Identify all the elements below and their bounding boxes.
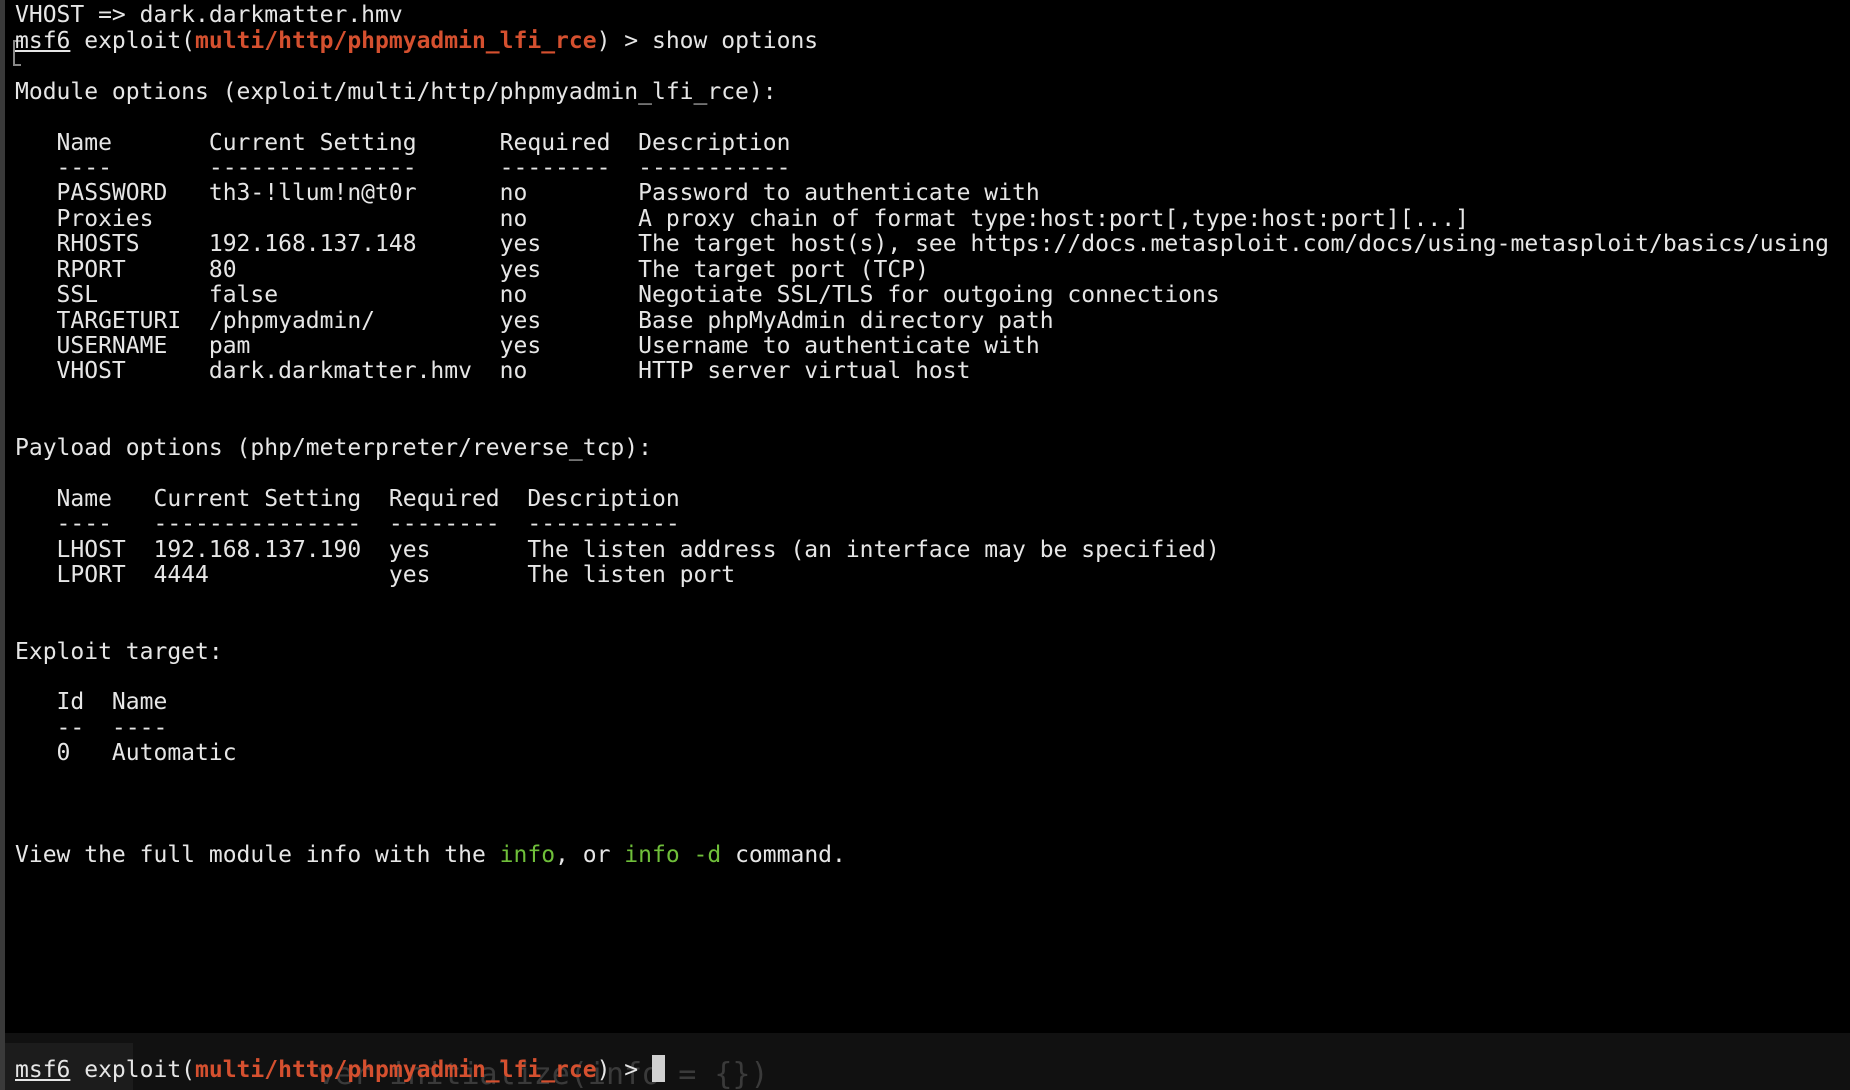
- module-options-title: Module options (exploit/multi/http/phpmy…: [15, 79, 777, 105]
- info-line-middle: , or: [555, 842, 625, 868]
- final-prompt-module: multi/http/phpmyadmin_lfi_rce: [195, 1057, 597, 1083]
- prompt-msf: msf6: [15, 28, 71, 54]
- module-option-row: VHOST dark.darkmatter.hmv no HTTP server…: [15, 358, 971, 384]
- info-detail-command: info -d: [624, 842, 722, 868]
- info-line: View the full module info with the info,…: [15, 840, 846, 870]
- prompt-line: msf6 exploit(multi/http/phpmyadmin_lfi_r…: [15, 26, 818, 56]
- exploit-target-row: 0 Automatic: [15, 740, 237, 766]
- exploit-target-title: Exploit target:: [15, 639, 223, 665]
- prompt-suffix: ) >: [596, 28, 652, 54]
- final-prompt-exploit-prefix: exploit(: [70, 1057, 196, 1083]
- payload-option-row: LPORT 4444 yes The listen port: [15, 562, 736, 588]
- final-prompt-line[interactable]: msf6 exploit(multi/http/phpmyadmin_lfi_r…: [15, 1055, 665, 1085]
- prompt-command: show options: [651, 28, 819, 54]
- info-command: info: [499, 842, 556, 868]
- terminal-window[interactable]: VHOST => dark.darkmatter.hmv msf6 exploi…: [0, 0, 1850, 1090]
- prompt-module: multi/http/phpmyadmin_lfi_rce: [195, 28, 597, 54]
- payload-options-title: Payload options (php/meterpreter/reverse…: [15, 435, 652, 461]
- text-cursor-icon[interactable]: [651, 1055, 665, 1082]
- final-prompt-suffix: ) >: [596, 1057, 652, 1083]
- final-prompt-msf: msf6: [15, 1057, 71, 1083]
- info-line-prefix: View the full module info with the: [15, 842, 500, 868]
- info-line-suffix: command.: [721, 842, 846, 868]
- prompt-exploit-prefix: exploit(: [70, 28, 196, 54]
